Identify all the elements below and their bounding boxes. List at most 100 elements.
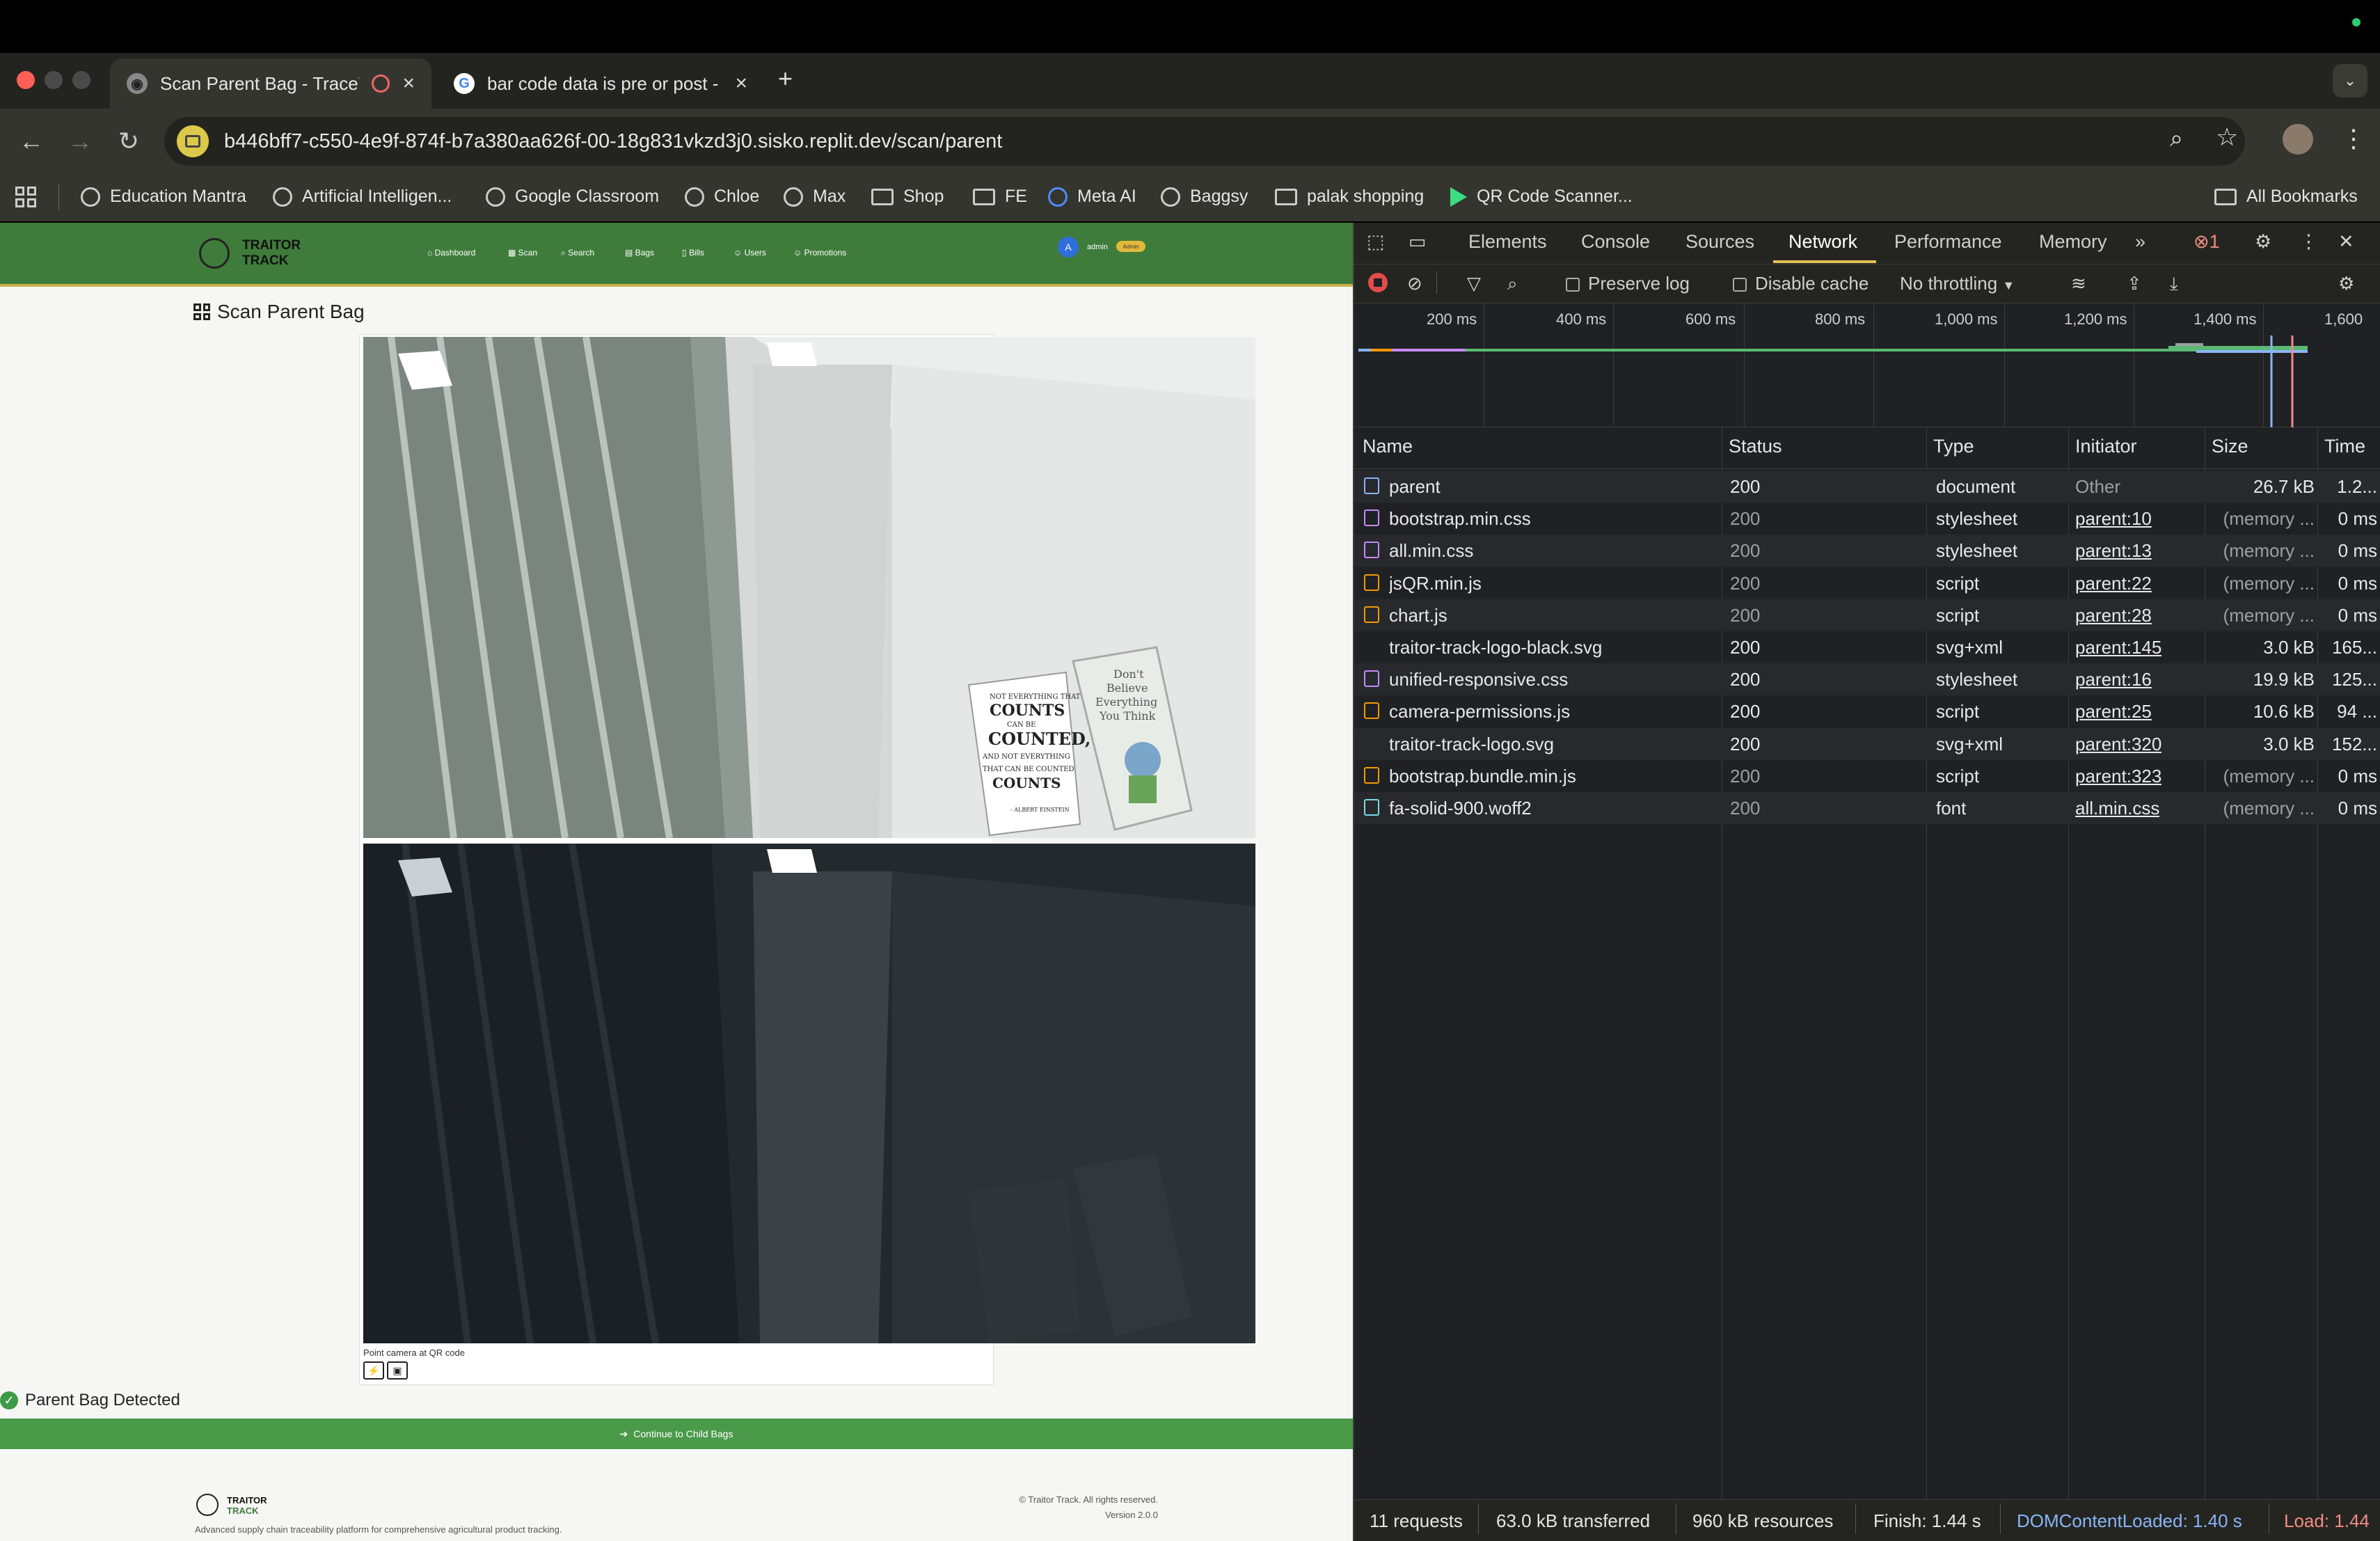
browser-tab[interactable]: G bar code data is pre or post - × — [437, 58, 764, 109]
column-header-initiator[interactable]: Initiator — [2075, 436, 2137, 457]
bookmark-max[interactable]: Max — [784, 187, 846, 207]
request-initiator[interactable]: parent:10 — [2075, 508, 2152, 530]
table-row[interactable]: unified-responsive.css 200 stylesheet paren… — [1354, 663, 2380, 696]
devtools-menu-icon[interactable]: ⋮ — [2299, 231, 2318, 253]
tab-memory[interactable]: Memory — [2039, 231, 2107, 253]
network-settings-icon[interactable]: ⚙ — [2338, 273, 2354, 294]
table-row[interactable]: traitor-track-logo-black.svg 200 svg+xml pa… — [1354, 631, 2380, 663]
column-header-time[interactable]: Time — [2324, 436, 2365, 457]
import-har-icon[interactable]: ⇪ — [2127, 273, 2142, 294]
tab-console[interactable]: Console — [1581, 231, 1650, 253]
bookmark-palak-shopping[interactable]: palak shopping — [1275, 187, 1424, 207]
search-icon[interactable]: ⌕ — [1507, 273, 1518, 295]
nav-scan[interactable]: ▦ Scan — [508, 248, 537, 258]
tab-network[interactable]: Network — [1788, 231, 1857, 253]
tab-search-icon[interactable]: ⌄ — [2333, 64, 2367, 97]
request-type: script — [1936, 765, 1980, 787]
request-name: camera-permissions.js — [1389, 701, 1571, 722]
nav-search[interactable]: ⌕ Search — [561, 248, 594, 258]
maximize-window-button[interactable] — [72, 71, 90, 89]
bookmark-google-classroom[interactable]: Google Classroom — [486, 187, 659, 207]
inspect-element-icon[interactable]: ⬚ — [1367, 231, 1385, 253]
error-count-badge[interactable]: ⊗1 — [2193, 231, 2220, 253]
nav-bags[interactable]: ▤ Bags — [625, 248, 654, 258]
close-window-button[interactable] — [17, 71, 35, 89]
bookmark-fe[interactable]: FE — [973, 187, 1027, 207]
tab-performance[interactable]: Performance — [1894, 231, 2002, 253]
browser-tab-active[interactable]: ◉ Scan Parent Bag - TraceTrack × — [110, 58, 431, 109]
bookmark-meta-ai[interactable]: Meta AI — [1048, 187, 1136, 207]
table-row[interactable]: bootstrap.min.css 200 stylesheet parent:10 (… — [1354, 503, 2380, 535]
request-initiator[interactable]: all.min.css — [2075, 798, 2159, 819]
export-har-icon[interactable]: ⤓ — [2170, 273, 2178, 295]
more-tabs-icon[interactable]: » — [2135, 231, 2145, 253]
request-initiator[interactable]: parent:16 — [2075, 669, 2152, 690]
preserve-log-checkbox[interactable]: Preserve log — [1566, 273, 1690, 294]
forward-icon[interactable]: → — [63, 124, 97, 159]
bookmark-artificial-intelligence[interactable]: Artificial Intelligen... — [273, 187, 452, 207]
table-row[interactable]: traitor-track-logo.svg 200 svg+xml parent:3… — [1354, 727, 2380, 760]
table-row[interactable]: parent 200 document Other 26.7 kB 1.2... — [1354, 471, 2380, 503]
menu-icon[interactable]: ⋮ — [2341, 124, 2366, 153]
record-stop-icon[interactable] — [1368, 273, 1388, 292]
filter-icon[interactable]: ▽ — [1467, 273, 1481, 294]
apps-grid-icon[interactable] — [15, 187, 36, 207]
disable-cache-checkbox[interactable]: Disable cache — [1733, 273, 1869, 294]
camera-feed[interactable]: NOT EVERYTHING THAT COUNTS CAN BE COUNTE… — [363, 337, 1255, 838]
table-row[interactable]: fa-solid-900.woff2 200 font all.min.css (mem… — [1354, 792, 2380, 824]
flash-toggle-button[interactable]: ⚡ — [363, 1361, 384, 1380]
minimize-window-button[interactable] — [45, 71, 63, 89]
nav-dashboard[interactable]: ⌂ Dashboard — [427, 248, 475, 258]
column-header-type[interactable]: Type — [1933, 436, 1974, 457]
column-header-name[interactable]: Name — [1363, 436, 1413, 457]
profile-avatar[interactable] — [2283, 124, 2313, 155]
brand-name[interactable]: TRAITOR TRACK — [242, 238, 301, 269]
table-row[interactable]: all.min.css 200 stylesheet parent:13 (memory… — [1354, 535, 2380, 567]
new-tab-button[interactable]: + — [778, 64, 793, 93]
close-tab-icon[interactable]: × — [735, 72, 747, 95]
nav-users[interactable]: ☺ Users — [733, 248, 766, 258]
site-info-icon[interactable] — [177, 125, 209, 157]
table-row[interactable]: chart.js 200 script parent:28 (memory ... 0 m… — [1354, 599, 2380, 631]
table-row[interactable]: bootstrap.bundle.min.js 200 script parent:3… — [1354, 760, 2380, 792]
reload-icon[interactable]: ↻ — [111, 124, 146, 159]
request-initiator[interactable]: parent:25 — [2075, 701, 2152, 722]
nav-bills[interactable]: ▯ Bills — [682, 248, 704, 258]
checkbox-icon — [1566, 278, 1580, 292]
bookmark-chloe[interactable]: Chloe — [685, 187, 759, 207]
request-initiator[interactable]: parent:145 — [2075, 637, 2161, 658]
throttling-select[interactable]: No throttling ▼ — [1900, 273, 2015, 294]
request-initiator[interactable]: parent:28 — [2075, 605, 2152, 626]
address-bar[interactable]: b446bff7-c550-4e9f-874f-b7a380aa626f-00-… — [164, 117, 2245, 166]
column-header-status[interactable]: Status — [1729, 436, 1782, 457]
table-row[interactable]: jsQR.min.js 200 script parent:22 (memory ...… — [1354, 567, 2380, 599]
close-devtools-icon[interactable]: ✕ — [2338, 231, 2354, 253]
table-row[interactable]: camera-permissions.js 200 script parent:25 1… — [1354, 695, 2380, 727]
bookmark-shop[interactable]: Shop — [871, 187, 944, 207]
zoom-icon[interactable]: ⌕ — [2170, 125, 2183, 152]
user-name[interactable]: admin — [1087, 243, 1108, 251]
user-avatar[interactable]: A — [1058, 237, 1079, 258]
tab-sources[interactable]: Sources — [1685, 231, 1754, 253]
bookmark-star-icon[interactable]: ☆ — [2216, 123, 2238, 152]
request-initiator[interactable]: parent:320 — [2075, 734, 2161, 755]
switch-camera-button[interactable]: ▣ — [387, 1361, 408, 1380]
device-toolbar-icon[interactable]: ▭ — [1409, 231, 1427, 253]
nav-promotions[interactable]: ☺ Promotions — [793, 248, 846, 258]
request-initiator[interactable]: parent:323 — [2075, 766, 2161, 787]
close-tab-icon[interactable]: × — [402, 72, 415, 95]
bookmark-education-mantra[interactable]: Education Mantra — [81, 187, 246, 207]
all-bookmarks-button[interactable]: All Bookmarks — [2214, 187, 2358, 207]
network-conditions-icon[interactable]: ≋ — [2071, 273, 2086, 294]
bookmark-qr-code-scanner[interactable]: QR Code Scanner... — [1450, 187, 1633, 207]
back-icon[interactable]: ← — [14, 124, 49, 159]
request-initiator[interactable]: parent:13 — [2075, 540, 2152, 562]
tab-elements[interactable]: Elements — [1468, 231, 1547, 253]
column-header-size[interactable]: Size — [2212, 436, 2248, 457]
bookmark-baggsy[interactable]: Baggsy — [1161, 187, 1248, 207]
request-initiator[interactable]: parent:22 — [2075, 573, 2152, 594]
brand-logo-icon[interactable] — [199, 238, 230, 269]
clear-icon[interactable]: ⊘ — [1407, 273, 1422, 294]
settings-gear-icon[interactable]: ⚙ — [2255, 231, 2271, 253]
continue-button[interactable]: ➔ Continue to Child Bags — [0, 1418, 1353, 1449]
